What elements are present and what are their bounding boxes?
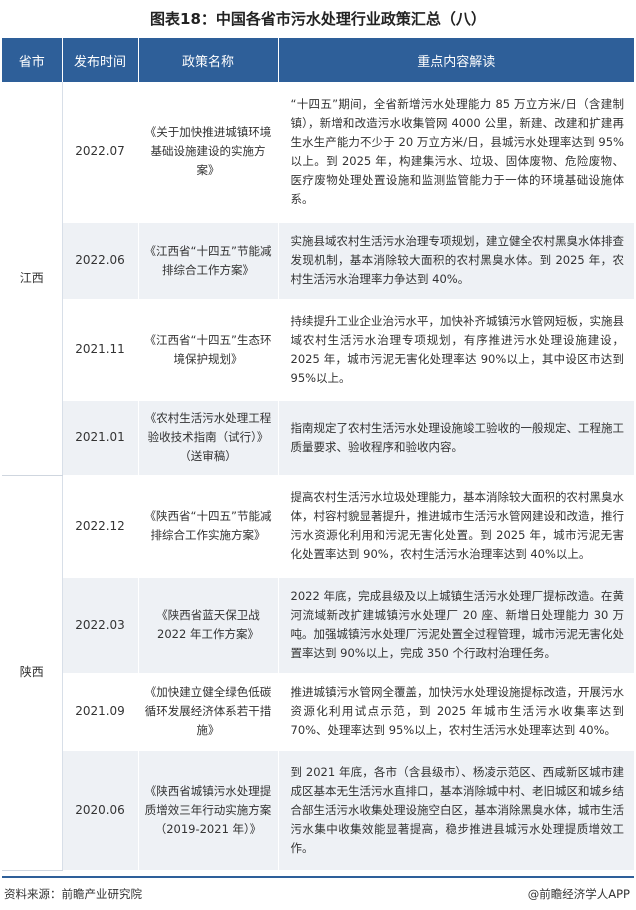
- policy-name-cell: 《江西省“十四五”节能减排综合工作方案》: [138, 222, 279, 300]
- date-cell: 2022.06: [62, 222, 139, 300]
- table-row: 陕西 2022.12 《陕西省“十四五”节能减排综合工作实施方案》 提高农村生活…: [2, 475, 634, 871]
- policy-name-cell: 《江西省“十四五”生态环境保护规划》: [138, 299, 279, 401]
- province-cell-jiangxi: 江西: [2, 82, 63, 476]
- table-header-row: 省市 发布时间 政策名称 重点内容解读: [2, 38, 634, 82]
- table-row: 2022.06 《江西省“十四五”节能减排综合工作方案》 实施县域农村生活污水治…: [2, 222, 634, 300]
- date-cell: 2021.01: [62, 400, 139, 476]
- content-cell: 2022 年底，完成县级及以上城镇生活污水处理厂提标改造。在黄河流域新改扩建城镇…: [278, 577, 634, 674]
- table-row: 2021.09 《加快建立健全绿色低碳循环发展经济体系若干措施》 推进城镇污水管…: [2, 673, 634, 751]
- table-row: 2021.11 《江西省“十四五”生态环境保护规划》 持续提升工业企业治污水平，…: [2, 299, 634, 401]
- policy-name-cell: 《关于加快推进城镇环境基础设施建设的实施方案》: [138, 82, 279, 223]
- header-content: 重点内容解读: [278, 38, 634, 82]
- content-cell: 推进城镇污水管网全覆盖，加快污水处理设施提标改造，开展污水资源化利用试点示范，到…: [278, 673, 634, 751]
- content-cell: 实施县域农村生活污水治理专项规划，建立健全农村黑臭水体排查发现机制，基本消除较大…: [278, 222, 634, 300]
- table-row: 2021.01 《农村生活污水处理工程验收技术指南（试行）》（送审稿） 指南规定…: [2, 400, 634, 476]
- policy-name-cell: 《陕西省“十四五”节能减排综合工作实施方案》: [138, 475, 279, 578]
- policy-name-cell: 《农村生活污水处理工程验收技术指南（试行）》（送审稿）: [138, 400, 279, 476]
- footer: 资料来源：前瞻产业研究院 @前瞻经济学人APP: [0, 876, 636, 910]
- content-cell: “十四五”期间，全省新增污水处理能力 85 万立方米/日（含建制镇），新增和改造…: [278, 82, 634, 223]
- date-cell: 2022.12: [62, 475, 139, 578]
- header-date: 发布时间: [62, 38, 139, 82]
- brand-label: @前瞻经济学人APP: [527, 887, 630, 901]
- content-cell: 持续提升工业企业治污水平，加快补齐城镇污水管网短板，实施县域农村生活污水治理专项…: [278, 299, 634, 401]
- page-title: 图表18：中国各省市污水处理行业政策汇总（八）: [150, 10, 486, 28]
- brand-credit: @前瞻经济学人APP: [528, 886, 630, 902]
- table-row: 江西 2022.07 《关于加快推进城镇环境基础设施建设的实施方案》 “十四五”…: [2, 82, 634, 476]
- policy-name-cell: 《加快建立健全绿色低碳循环发展经济体系若干措施》: [138, 673, 279, 751]
- policy-name-cell: 《陕西省城镇污水处理提质增效三年行动实施方案（2019-2021 年）》: [138, 750, 279, 871]
- date-cell: 2021.11: [62, 299, 139, 401]
- header-province: 省市: [2, 38, 63, 82]
- header-policy: 政策名称: [138, 38, 279, 82]
- date-cell: 2022.07: [62, 82, 139, 223]
- date-cell: 2021.09: [62, 673, 139, 751]
- policy-table: 省市 发布时间 政策名称 重点内容解读 江西 2022.07 《关于加快推进城镇…: [2, 38, 634, 871]
- footer-divider: [2, 876, 634, 878]
- date-cell: 2022.03: [62, 577, 139, 674]
- date-cell: 2020.06: [62, 750, 139, 871]
- policy-name-cell: 《陕西省蓝天保卫战2022 年工作方案》: [138, 577, 279, 674]
- table-row: 2022.03 《陕西省蓝天保卫战2022 年工作方案》 2022 年底，完成县…: [2, 577, 634, 674]
- source-note: 资料来源：前瞻产业研究院: [4, 887, 142, 901]
- content-cell: 到 2021 年底，各市（含县级市）、杨凌示范区、西咸新区城市建成区基本无生活污…: [278, 750, 634, 871]
- content-cell: 提高农村生活污水垃圾处理能力，基本消除较大面积的农村黑臭水体，村容村貌显著提升，…: [278, 475, 634, 578]
- table-row: 2020.06 《陕西省城镇污水处理提质增效三年行动实施方案（2019-2021…: [2, 750, 634, 871]
- content-cell: 指南规定了农村生活污水处理设施竣工验收的一般规定、工程施工质量要求、验收程序和验…: [278, 400, 634, 476]
- province-cell-shaanxi: 陕西: [2, 475, 63, 871]
